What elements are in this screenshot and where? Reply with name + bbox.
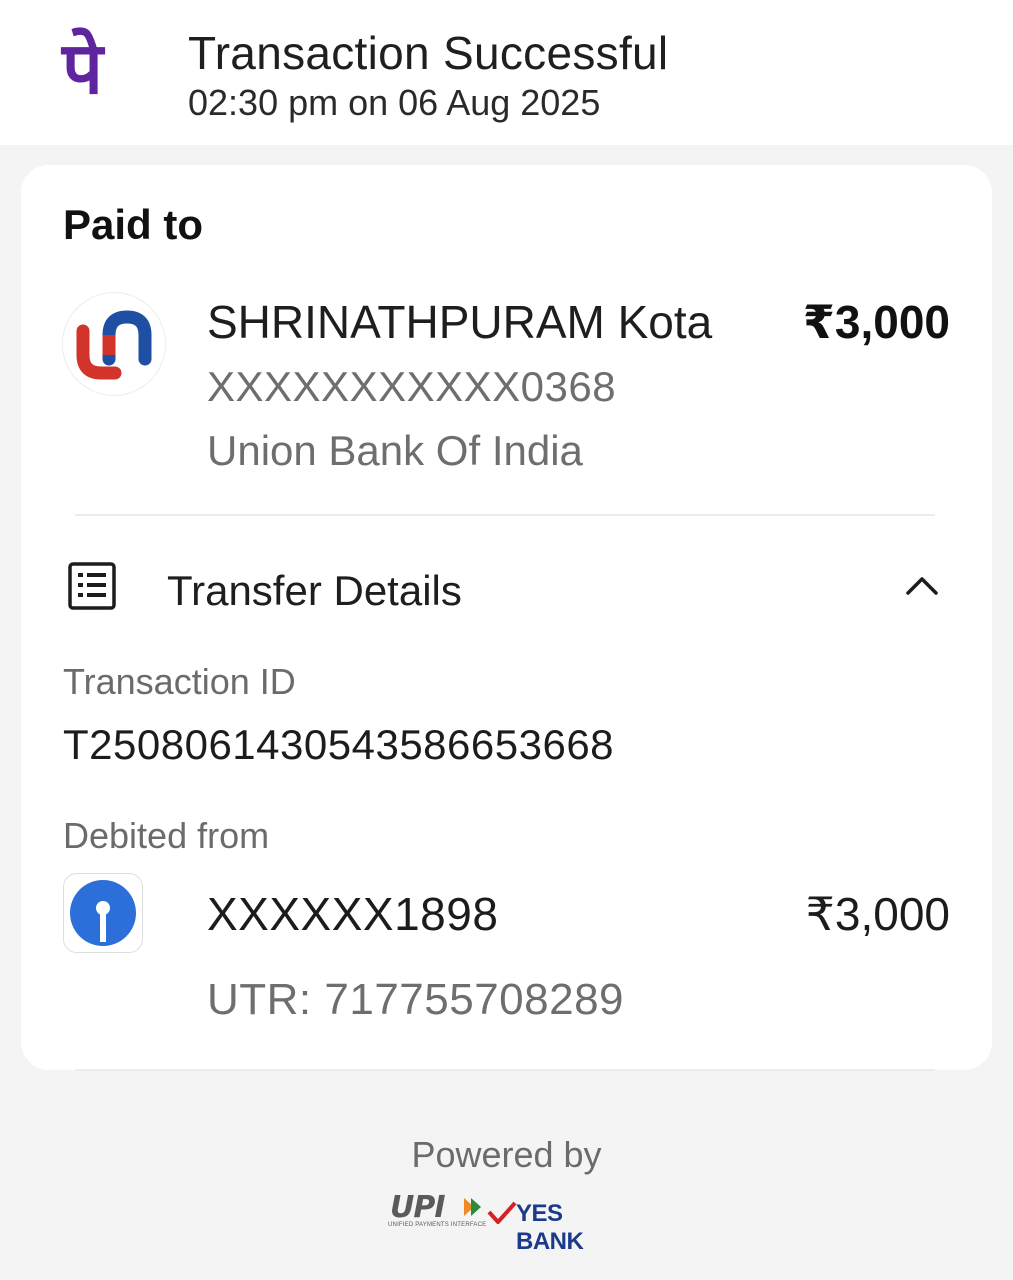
sbi-logo xyxy=(63,873,143,953)
partner-logos: UPI UNIFIED PAYMENTS INTERFACE YES BANK xyxy=(386,1190,636,1255)
upi-subtitle: UNIFIED PAYMENTS INTERFACE xyxy=(388,1222,487,1228)
chevron-up-icon[interactable] xyxy=(904,571,940,597)
divider xyxy=(75,514,935,516)
debited-from-label: Debited from xyxy=(63,815,270,856)
phonepe-logo: पे xyxy=(62,26,103,110)
payee-account-number: XXXXXXXXXXX0368 xyxy=(207,363,617,410)
upi-logo: UPI xyxy=(390,1190,446,1225)
debit-account-number: XXXXXX1898 xyxy=(207,888,499,940)
yes-bank-tick-icon xyxy=(486,1200,518,1226)
union-bank-logo xyxy=(63,293,165,395)
header: पे Transaction Successful 02:30 pm on 06… xyxy=(0,0,1013,145)
divider xyxy=(75,1069,935,1071)
transaction-id-label: Transaction ID xyxy=(63,661,296,702)
yes-bank-logo: YES BANK xyxy=(516,1200,584,1255)
paid-to-heading: Paid to xyxy=(63,201,204,248)
receipt-list-icon xyxy=(67,561,117,611)
payee-name: SHRINATHPURAM Kota xyxy=(207,296,713,348)
transaction-id-value: T2508061430543586653668 xyxy=(63,721,615,768)
status-title: Transaction Successful xyxy=(188,27,669,79)
payee-bank-name: Union Bank Of India xyxy=(207,427,583,474)
payee-amount: ₹3,000 xyxy=(802,296,950,348)
utr-number: UTR: 717755708289 xyxy=(207,975,625,1024)
transaction-card: Paid to SHRINATHPURAM Kota ₹3,000 XXXXXX… xyxy=(21,165,992,1070)
transfer-details-title[interactable]: Transfer Details xyxy=(167,567,462,615)
status-timestamp: 02:30 pm on 06 Aug 2025 xyxy=(188,82,601,123)
upi-arrow-icon xyxy=(462,1196,484,1218)
powered-by-label: Powered by xyxy=(411,1134,602,1175)
debit-amount: ₹3,000 xyxy=(805,888,950,940)
